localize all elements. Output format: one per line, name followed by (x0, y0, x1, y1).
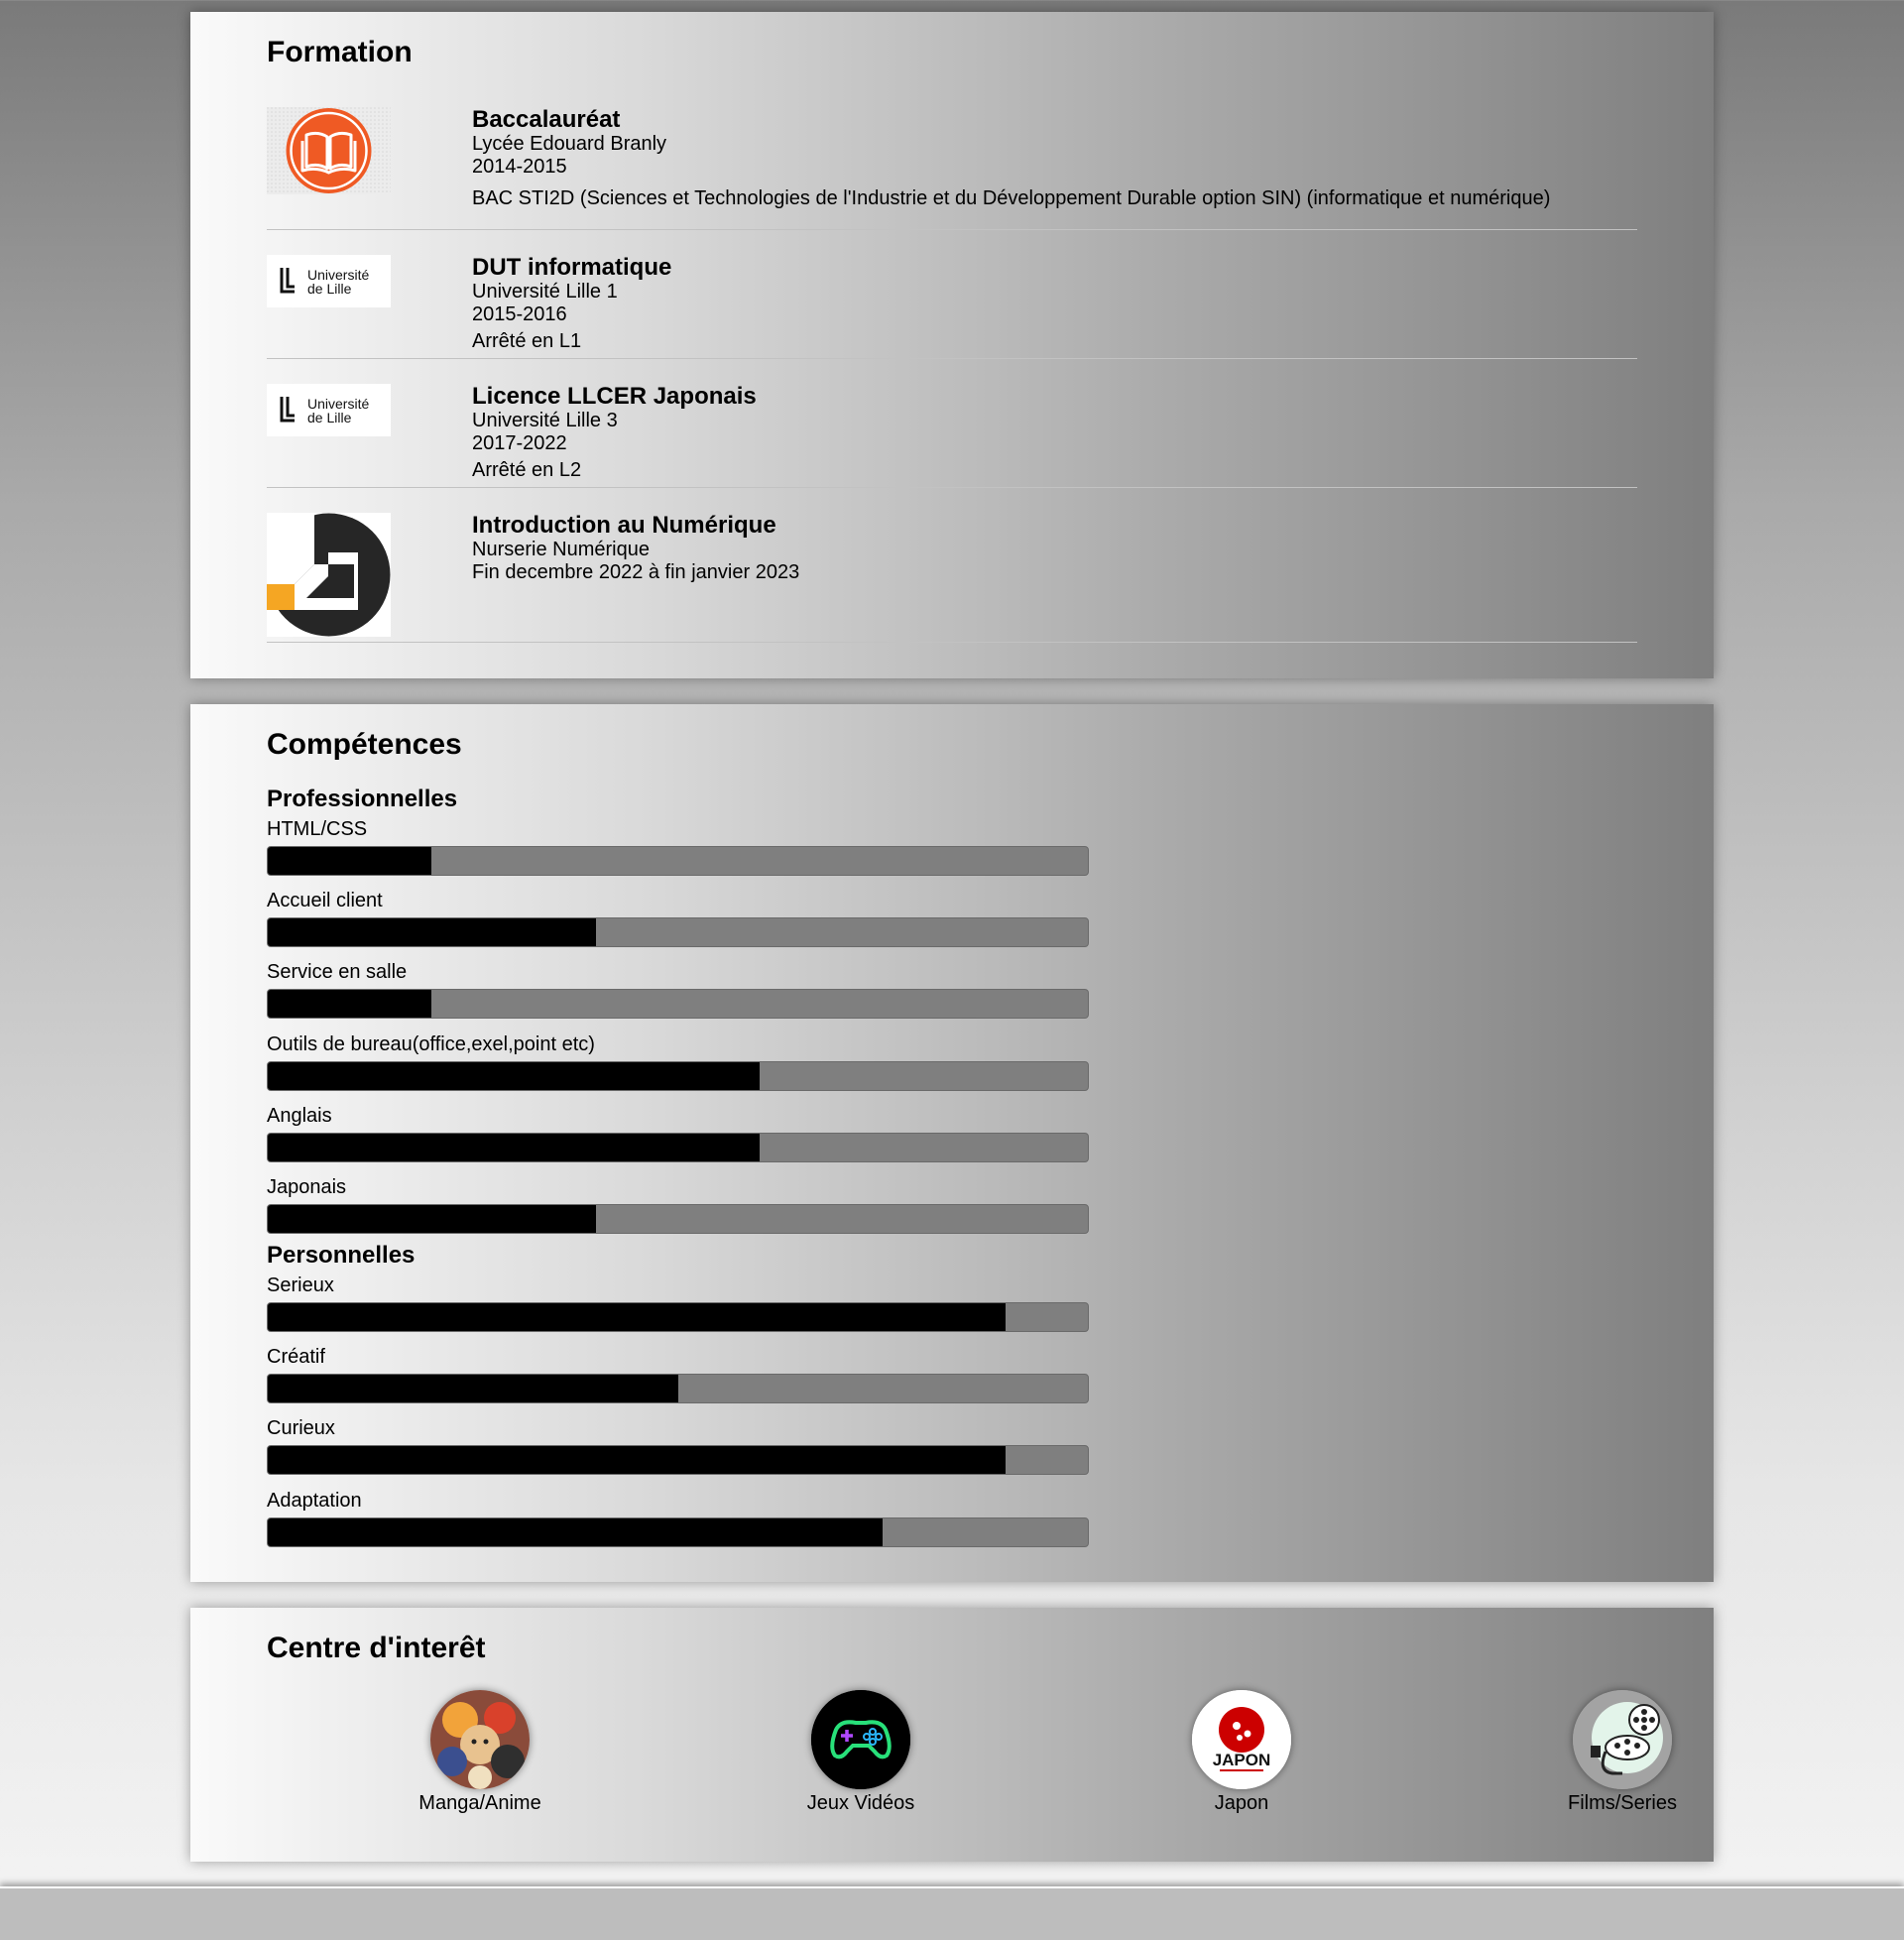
skill-progress-fill (268, 1517, 884, 1546)
formation-dates: 2014-2015 (472, 156, 567, 178)
skill-progress-fill (268, 1061, 761, 1090)
skill-progress-bar (267, 1302, 1089, 1332)
formation-dates: 2017-2022 (472, 432, 567, 454)
formation-item: Baccalauréat Lycée Edouard Branly 2014-2… (267, 107, 1637, 236)
formation-description: Arrêté en L1 (472, 330, 582, 352)
interests-section: Centre d'interêt Manga/Anime Jeux Vidéos… (190, 1608, 1714, 1862)
svg-text:JAPON: JAPON (1213, 1751, 1271, 1769)
formation-info: Introduction au Numérique Nurserie Numér… (472, 513, 1637, 584)
formation-info: Licence LLCER Japonais Université Lille … (472, 384, 1637, 482)
skill-progress-bar (267, 917, 1089, 948)
interests-title: Centre d'interêt (267, 1632, 486, 1664)
interest-label: Jeux Vidéos (806, 1792, 915, 1814)
manga-anime-icon (430, 1690, 530, 1789)
universite-de-lille-logo: Université de Lille (267, 255, 391, 307)
formation-degree: Baccalauréat (472, 106, 621, 133)
interest-item: Jeux Vidéos (762, 1690, 960, 1815)
divider (267, 229, 1637, 230)
formation-school: Nurserie Numérique (472, 539, 650, 560)
professional-skills-title: Professionnelles (267, 786, 458, 812)
competences-section: Compétences Professionnelles HTML/CSS Acc… (190, 704, 1714, 1582)
formation-dates: Fin decembre 2022 à fin janvier 2023 (472, 561, 800, 583)
formation-degree: Licence LLCER Japonais (472, 383, 757, 410)
footer (0, 1886, 1904, 1940)
skill-progress-fill (268, 918, 596, 947)
personal-skills-title: Personnelles (267, 1242, 416, 1269)
skill-row: Adaptation (267, 1489, 1089, 1547)
japan-flag-icon: JAPON (1192, 1690, 1291, 1789)
skill-name: Serieux (267, 1274, 334, 1296)
skill-progress-bar (267, 1516, 1089, 1547)
skill-progress-fill (268, 847, 432, 875)
skill-progress-fill (268, 1205, 596, 1233)
interest-label: Japon (1214, 1792, 1269, 1814)
skill-row: Curieux (267, 1416, 1089, 1476)
skill-progress-bar (267, 1060, 1089, 1091)
skill-row: Outils de bureau(office,exel,point etc) (267, 1032, 1089, 1091)
interest-item: JAPON Japon (1142, 1690, 1341, 1815)
skill-row: Japonais (267, 1175, 1089, 1234)
skill-progress-fill (268, 990, 432, 1019)
interest-label: Manga/Anime (418, 1792, 541, 1814)
formation-item: Introduction au Numérique Nurserie Numér… (267, 501, 1637, 637)
formation-info: Baccalauréat Lycée Edouard Branly 2014-2… (472, 107, 1637, 210)
divider (267, 358, 1637, 359)
formation-school: Lycée Edouard Branly (472, 133, 667, 155)
skill-progress-fill (268, 1375, 678, 1403)
formation-degree: DUT informatique (472, 254, 672, 281)
skill-row: Serieux (267, 1273, 1089, 1332)
skill-progress-fill (268, 1303, 1007, 1331)
formation-description: Arrêté en L2 (472, 459, 582, 481)
formation-item: Université de Lille Licence LLCER Japona… (267, 384, 1637, 491)
formation-description: BAC STI2D (Sciences et Technologies de l… (472, 187, 1551, 209)
skill-name: Curieux (267, 1417, 335, 1440)
skill-name: HTML/CSS (267, 818, 368, 840)
skill-progress-bar (267, 1374, 1089, 1404)
interest-item: Films/Series (1523, 1690, 1722, 1815)
formation-degree: Introduction au Numérique (472, 512, 776, 539)
skill-progress-bar (267, 1204, 1089, 1234)
skill-progress-bar (267, 846, 1089, 876)
skill-name: Adaptation (267, 1489, 362, 1512)
skill-name: Service en salle (267, 961, 408, 984)
skill-progress-fill (268, 1133, 761, 1161)
skill-name: Accueil client (267, 890, 383, 912)
skill-name: Créatif (267, 1346, 325, 1369)
nurserie-numerique-logo (267, 513, 391, 637)
gamepad-icon (811, 1690, 910, 1789)
formation-school: Université Lille 1 (472, 281, 618, 303)
skill-progress-bar (267, 1445, 1089, 1476)
skill-row: Service en salle (267, 960, 1089, 1020)
skill-row: Accueil client (267, 889, 1089, 948)
svg-text:de Lille: de Lille (307, 410, 352, 425)
formation-title: Formation (267, 36, 413, 68)
skill-row: HTML/CSS (267, 817, 1089, 876)
formation-dates: 2015-2016 (472, 303, 567, 325)
skill-progress-bar (267, 1132, 1089, 1162)
film-reel-icon (1573, 1690, 1672, 1789)
skill-progress-bar (267, 989, 1089, 1020)
formation-section: Formation Baccalauréat Lycée Edouard Bra… (190, 12, 1714, 678)
skill-row: Créatif (267, 1345, 1089, 1404)
divider (267, 487, 1637, 488)
divider (267, 642, 1637, 643)
skill-name: Outils de bureau(office,exel,point etc) (267, 1032, 595, 1055)
skill-progress-fill (268, 1446, 1007, 1475)
skill-name: Japonais (267, 1176, 347, 1198)
svg-text:de Lille: de Lille (307, 281, 352, 297)
universite-de-lille-logo: Université de Lille (267, 384, 391, 436)
formation-info: DUT informatique Université Lille 1 2015… (472, 255, 1637, 353)
book-icon (267, 107, 391, 194)
competences-title: Compétences (267, 728, 462, 761)
skill-row: Anglais (267, 1104, 1089, 1162)
skill-name: Anglais (267, 1104, 332, 1127)
interest-label: Films/Series (1567, 1792, 1677, 1814)
formation-school: Université Lille 3 (472, 410, 618, 431)
interest-item: Manga/Anime (381, 1690, 579, 1815)
formation-item: Université de Lille DUT informatique Uni… (267, 255, 1637, 362)
